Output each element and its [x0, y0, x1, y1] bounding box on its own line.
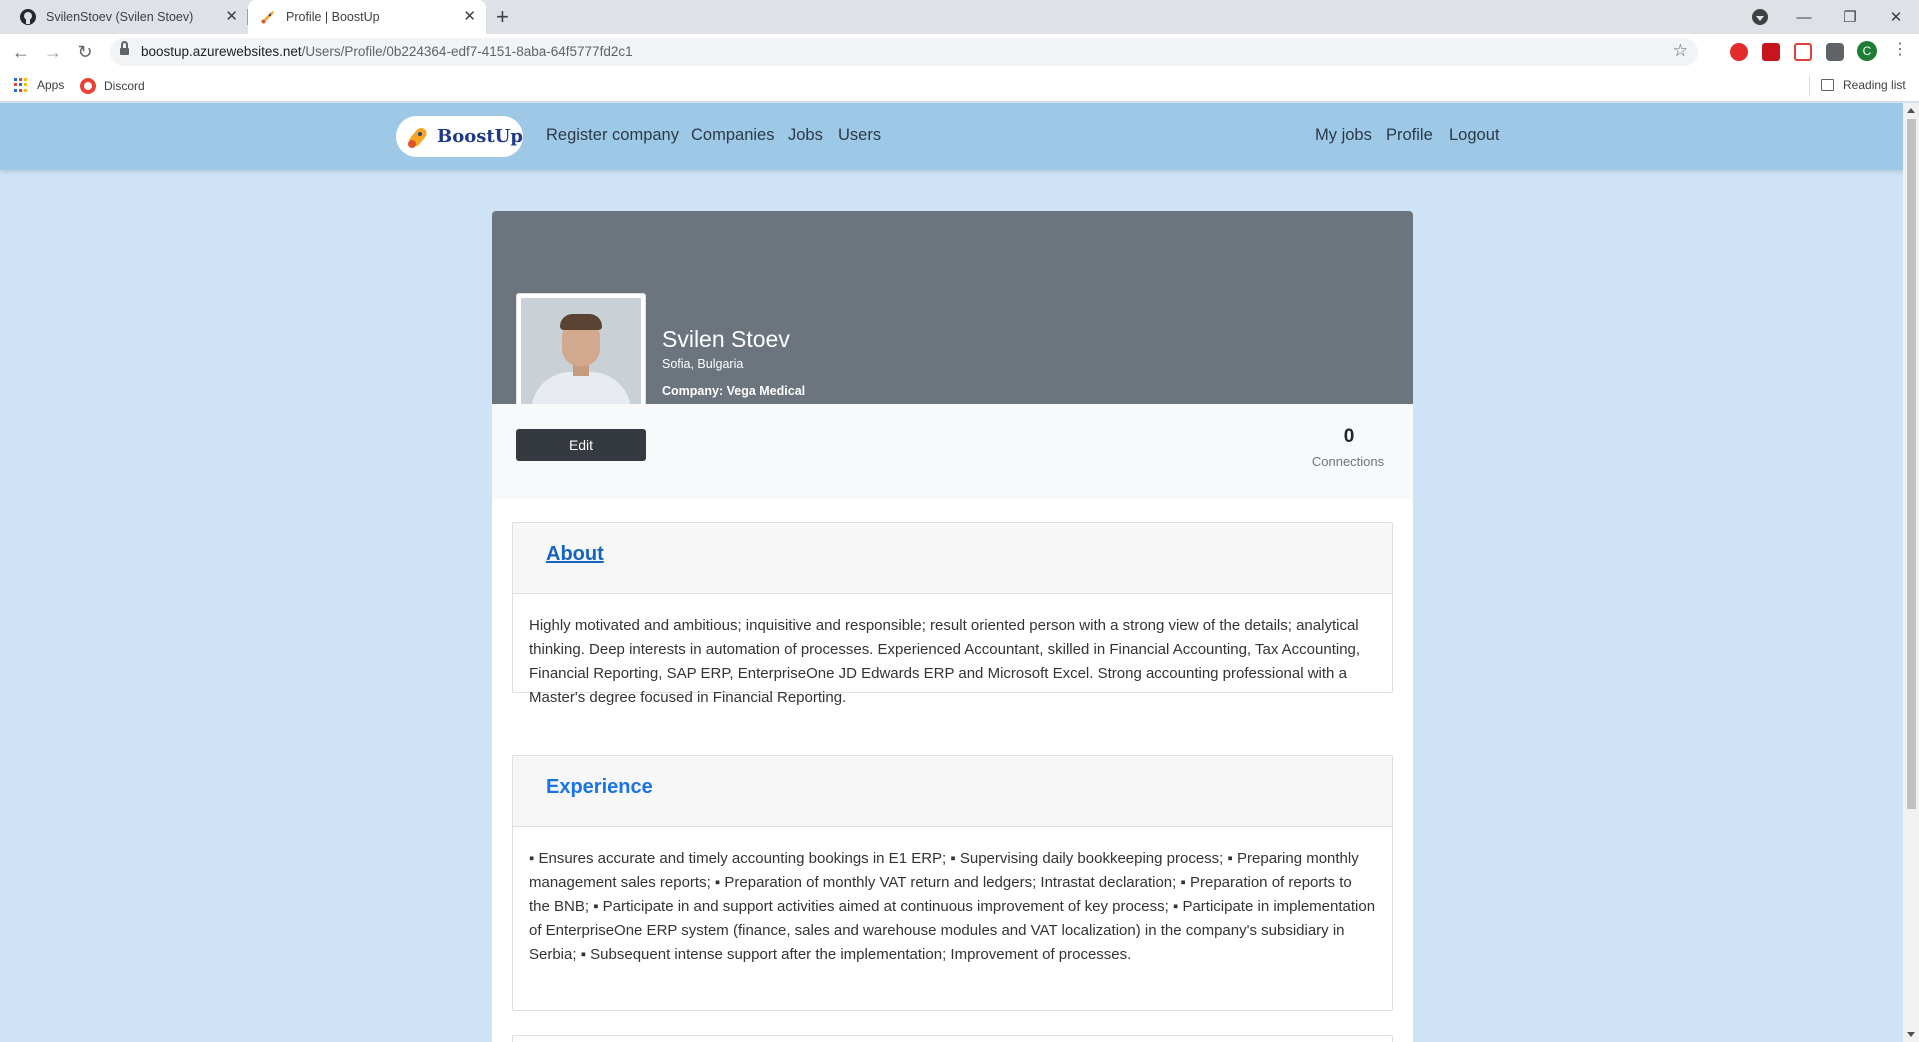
discord-icon	[80, 78, 96, 94]
tab-search-icon[interactable]	[1752, 9, 1768, 25]
nav-link-profile[interactable]: Profile	[1386, 126, 1433, 145]
bookmarks-bar: Apps Discord Reading list	[0, 70, 1919, 102]
site-navbar: BoostUp Register company Companies Jobs …	[0, 103, 1903, 170]
bookmark-apps[interactable]: Apps	[14, 78, 64, 92]
bookmark-discord[interactable]: Discord	[80, 78, 145, 94]
about-header: About	[513, 523, 1392, 594]
page-viewport: BoostUp Register company Companies Jobs …	[0, 103, 1903, 1042]
nav-link-users[interactable]: Users	[838, 126, 881, 145]
scroll-up-icon[interactable]	[1907, 108, 1915, 113]
experience-section: Experience ▪ Ensures accurate and timely…	[512, 755, 1393, 1011]
rocket-icon	[261, 11, 274, 24]
adblock-extension-icon[interactable]	[1730, 43, 1748, 61]
back-icon[interactable]: ←	[9, 40, 33, 64]
browser-toolbar: ← → ↻ boostup.azurewebsites.net/Users/Pr…	[0, 34, 1919, 70]
minimize-icon[interactable]: —	[1781, 0, 1827, 34]
bookmark-star-icon[interactable]: ☆	[1673, 41, 1688, 61]
bookmarks-divider	[1809, 76, 1810, 96]
url-text: boostup.azurewebsites.net/Users/Profile/…	[141, 44, 633, 59]
lock-icon[interactable]	[120, 41, 129, 56]
experience-text: ▪ Ensures accurate and timely accounting…	[529, 850, 1376, 963]
scrollbar-thumb[interactable]	[1907, 119, 1916, 809]
about-text: Highly motivated and ambitious; inquisit…	[529, 617, 1361, 706]
reading-list-icon	[1821, 79, 1834, 91]
tab-title: SvilenStoev (Svilen Stoev)	[46, 10, 194, 24]
rocket-icon	[406, 124, 432, 150]
browser-tabbar: SvilenStoev (Svilen Stoev) ✕ Profile | B…	[0, 0, 1919, 34]
reading-list-button[interactable]: Reading list	[1821, 78, 1906, 92]
github-icon	[20, 9, 36, 25]
experience-header: Experience	[513, 756, 1392, 827]
experience-title[interactable]: Experience	[546, 776, 653, 799]
profile-location: Sofia, Bulgaria	[662, 357, 744, 371]
close-window-icon[interactable]: ✕	[1873, 0, 1919, 34]
nav-link-companies[interactable]: Companies	[691, 126, 774, 145]
forward-icon[interactable]: →	[41, 40, 65, 64]
company-label: Company:	[662, 384, 724, 398]
connections-label: Connections	[1311, 454, 1385, 469]
brand-name: BoostUp	[437, 126, 523, 147]
next-section	[512, 1035, 1393, 1042]
edit-profile-button[interactable]: Edit	[516, 429, 646, 461]
profile-stats: Edit 0 Connections	[492, 404, 1413, 499]
close-tab-icon[interactable]: ✕	[225, 9, 238, 25]
browser-menu-icon[interactable]: ⋮	[1892, 42, 1908, 58]
close-tab-icon[interactable]: ✕	[463, 9, 476, 25]
profile-company: Company: Vega Medical	[662, 384, 805, 398]
new-tab-button[interactable]: +	[496, 4, 509, 30]
apps-grid-icon	[14, 78, 28, 92]
restore-icon[interactable]: ❐	[1827, 0, 1873, 34]
address-bar[interactable]: boostup.azurewebsites.net/Users/Profile/…	[110, 38, 1698, 66]
nav-link-my-jobs[interactable]: My jobs	[1315, 126, 1372, 145]
extensions-puzzle-icon[interactable]	[1826, 43, 1844, 61]
company-value: Vega Medical	[726, 384, 806, 398]
tab-title: Profile | BoostUp	[286, 10, 380, 24]
reload-icon[interactable]: ↻	[73, 40, 97, 64]
profile-card: Svilen Stoev Sofia, Bulgaria Company: Ve…	[492, 211, 1413, 1042]
screenshot-extension-icon[interactable]	[1794, 43, 1812, 61]
browser-tab-github[interactable]: SvilenStoev (Svilen Stoev) ✕	[8, 0, 248, 34]
about-title[interactable]: About	[546, 543, 604, 566]
nav-link-register-company[interactable]: Register company	[546, 126, 679, 145]
pdf-extension-icon[interactable]	[1762, 43, 1780, 61]
profile-avatar-icon[interactable]: C	[1857, 41, 1877, 61]
brand-logo[interactable]: BoostUp	[396, 116, 523, 157]
about-section: About Highly motivated and ambitious; in…	[512, 522, 1393, 706]
connections-count: 0	[1343, 426, 1355, 447]
page-scrollbar[interactable]	[1903, 103, 1919, 1042]
browser-tab-profile[interactable]: Profile | BoostUp ✕	[248, 0, 486, 34]
nav-link-logout[interactable]: Logout	[1449, 126, 1499, 145]
nav-link-jobs[interactable]: Jobs	[788, 126, 823, 145]
bookmark-label: Apps	[37, 78, 65, 92]
scroll-down-icon[interactable]	[1907, 1032, 1915, 1037]
profile-photo	[521, 298, 641, 418]
reading-list-label: Reading list	[1843, 78, 1906, 92]
profile-name: Svilen Stoev	[662, 326, 790, 352]
bookmark-label: Discord	[104, 79, 145, 93]
